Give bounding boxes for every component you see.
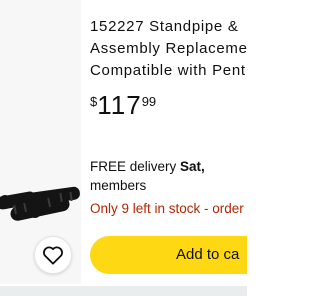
price-fraction: 99 <box>141 94 157 109</box>
price: $11799 <box>90 90 156 120</box>
price-currency-symbol: $ <box>90 94 98 109</box>
wishlist-button[interactable] <box>34 236 72 274</box>
product-title-line[interactable]: Assembly Replacemen <box>90 38 247 60</box>
add-to-cart-button[interactable]: Add to ca <box>90 236 247 274</box>
product-image <box>0 186 80 221</box>
delivery-suffix: members <box>90 178 147 193</box>
delivery-prefix: FREE delivery <box>90 159 181 174</box>
product-card[interactable]: 152227 Standpipe & Assembly Replacemen C… <box>0 0 247 284</box>
product-title-line[interactable]: 152227 Standpipe & <box>90 16 247 38</box>
stock-status: Only 9 left in stock - order <box>90 201 244 216</box>
heart-icon <box>43 246 63 265</box>
delivery-info: FREE delivery Sat, members <box>90 157 247 195</box>
price-whole: 117 <box>97 90 142 120</box>
product-title[interactable]: 152227 Standpipe & Assembly Replacemen C… <box>90 16 247 82</box>
product-title-line[interactable]: Compatible with Pent <box>90 60 247 82</box>
product-image-panel[interactable] <box>0 0 81 284</box>
card-divider <box>0 286 247 296</box>
delivery-date: Sat, <box>180 159 205 174</box>
